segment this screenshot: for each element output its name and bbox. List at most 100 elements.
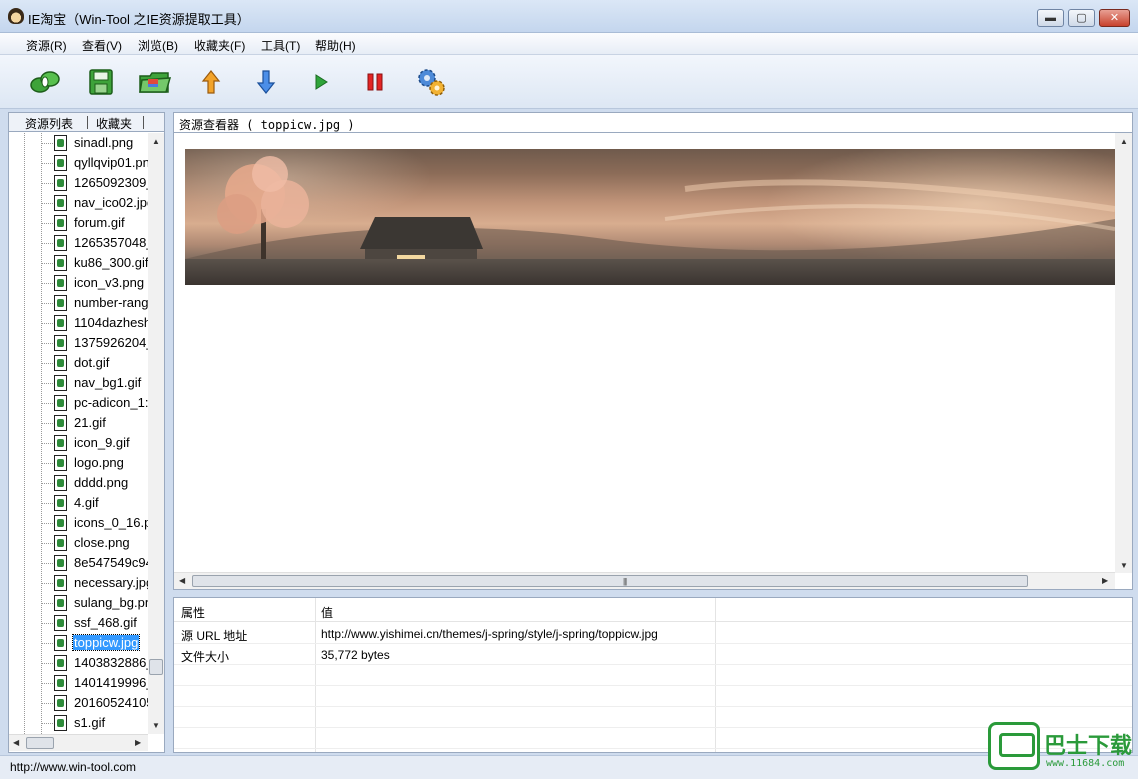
file-icon: [54, 275, 67, 291]
tab-resource-list[interactable]: 资源列表: [25, 115, 73, 132]
save-button[interactable]: [84, 66, 118, 98]
tree-item[interactable]: 1401419996_: [41, 673, 148, 693]
property-row[interactable]: 源 URL 地址 http://www.yishimei.cn/themes/j…: [174, 623, 1132, 644]
tree-item[interactable]: 20160524105: [41, 693, 148, 713]
scroll-up-icon[interactable]: ▲: [1120, 137, 1128, 146]
tree-item[interactable]: ssf_468.gif: [41, 613, 148, 633]
tree-connector: [41, 363, 53, 364]
file-name: toppicw.jpg: [71, 634, 141, 651]
move-up-button[interactable]: [194, 66, 228, 98]
menu-browse[interactable]: 浏览(B): [138, 37, 178, 54]
settings-button[interactable]: [414, 66, 448, 98]
file-icon: [54, 315, 67, 331]
menu-resource[interactable]: 资源(R): [26, 37, 67, 54]
tree-horizontal-scrollbar[interactable]: ◀ ▶: [9, 734, 148, 751]
tree-connector: [41, 443, 53, 444]
file-icon: [54, 255, 67, 271]
tree-item[interactable]: logo.png: [41, 453, 148, 473]
file-tree[interactable]: sinadl.png qyllqvip01.pn 1265092309_ nav_ic…: [9, 133, 148, 734]
tree-item[interactable]: dot.gif: [41, 353, 148, 373]
panel-tabs: 资源列表 收藏夹: [9, 113, 164, 132]
tree-item[interactable]: toppicw.jpg: [41, 633, 148, 653]
scroll-left-icon[interactable]: ◀: [13, 738, 19, 747]
tree-connector: [41, 403, 53, 404]
tree-connector: [41, 423, 53, 424]
move-down-button[interactable]: [249, 66, 283, 98]
tree-item[interactable]: 1104dazheshi: [41, 313, 148, 333]
viewer-horizontal-scrollbar[interactable]: ◀ ||| ▶: [174, 572, 1115, 589]
preview-image: [185, 149, 1115, 285]
property-value: 35,772 bytes: [321, 648, 390, 662]
tree-item[interactable]: close.png: [41, 533, 148, 553]
tree-item[interactable]: 1403832886_: [41, 653, 148, 673]
tree-vertical-scrollbar[interactable]: ▲ ▼: [148, 133, 164, 734]
file-icon: [54, 375, 67, 391]
tree-item[interactable]: 8e547549c94: [41, 553, 148, 573]
tree-item[interactable]: icon_9.gif: [41, 433, 148, 453]
column-value[interactable]: 值: [321, 604, 333, 621]
menu-favorites[interactable]: 收藏夹(F): [194, 37, 245, 54]
file-icon: [54, 335, 67, 351]
tab-favorites[interactable]: 收藏夹: [96, 115, 132, 132]
tree-item[interactable]: 21.gif: [41, 413, 148, 433]
tree-item[interactable]: icons_0_16.p: [41, 513, 148, 533]
menu-help[interactable]: 帮助(H): [315, 37, 356, 54]
scroll-left-icon[interactable]: ◀: [179, 576, 185, 585]
tree-item[interactable]: 1265092309_: [41, 173, 148, 193]
tree-item[interactable]: nav_bg1.gif: [41, 373, 148, 393]
tree-item[interactable]: qyllqvip01.pn: [41, 153, 148, 173]
minimize-button[interactable]: ▬: [1037, 9, 1064, 27]
file-icon: [54, 575, 67, 591]
open-folder-button[interactable]: [138, 66, 172, 98]
file-name: dot.gif: [74, 355, 110, 370]
title-bar: IE淘宝（Win-Tool 之IE资源提取工具） ▬ ▢ ✕: [0, 0, 1138, 33]
tree-connector: [41, 543, 53, 544]
tree-item[interactable]: 1375926204_: [41, 333, 148, 353]
menu-tools[interactable]: 工具(T): [261, 37, 300, 54]
file-name: logo.png: [74, 455, 124, 470]
scroll-thumb[interactable]: [149, 659, 163, 675]
tree-item[interactable]: forum.gif: [41, 213, 148, 233]
tree-item[interactable]: necessary.jpg: [41, 573, 148, 593]
menu-view[interactable]: 查看(V): [82, 37, 122, 54]
tree-item[interactable]: nav_ico02.jpg: [41, 193, 148, 213]
scroll-down-icon[interactable]: ▼: [152, 721, 160, 730]
tree-item[interactable]: sinadl.png: [41, 133, 148, 153]
file-name: 1265092309_: [74, 175, 148, 190]
tree-item[interactable]: 4.gif: [41, 493, 148, 513]
file-name: close.png: [74, 535, 130, 550]
file-name: icons_0_16.p: [74, 515, 148, 530]
tree-connector: [41, 383, 53, 384]
file-icon: [54, 495, 67, 511]
tree-item[interactable]: icon_v3.png: [41, 273, 148, 293]
scroll-thumb[interactable]: |||: [192, 575, 1028, 587]
play-button[interactable]: [304, 66, 338, 98]
tree-item[interactable]: s1.gif: [41, 713, 148, 733]
tree-item[interactable]: pc-adicon_1:: [41, 393, 148, 413]
scroll-up-icon[interactable]: ▲: [152, 137, 160, 146]
window-title: IE淘宝（Win-Tool 之IE资源提取工具）: [28, 12, 250, 27]
tree-item[interactable]: ku86_300.gif: [41, 253, 148, 273]
tree-item[interactable]: number-rang: [41, 293, 148, 313]
viewer-vertical-scrollbar[interactable]: ▲ ▼: [1115, 133, 1132, 573]
file-name: 4.gif: [74, 495, 99, 510]
tree-item[interactable]: 1265357048_: [41, 233, 148, 253]
scroll-down-icon[interactable]: ▼: [1120, 561, 1128, 570]
scroll-thumb[interactable]: [26, 737, 54, 749]
file-icon: [54, 555, 67, 571]
column-property[interactable]: 属性: [181, 604, 205, 621]
tree-item[interactable]: dddd.png: [41, 473, 148, 493]
property-row[interactable]: 文件大小 35,772 bytes: [174, 644, 1132, 665]
tree-guide-line: [24, 133, 25, 734]
tree-item[interactable]: sulang_bg.pn: [41, 593, 148, 613]
pause-button[interactable]: [358, 66, 392, 98]
file-name: ssf_468.gif: [74, 615, 137, 630]
connect-button[interactable]: [28, 66, 62, 98]
close-button[interactable]: ✕: [1099, 9, 1130, 27]
file-icon: [54, 295, 67, 311]
open-folder-icon: [139, 72, 172, 93]
file-name: forum.gif: [74, 215, 125, 230]
maximize-button[interactable]: ▢: [1068, 9, 1095, 27]
scroll-right-icon[interactable]: ▶: [1102, 576, 1108, 585]
scroll-right-icon[interactable]: ▶: [135, 738, 141, 747]
